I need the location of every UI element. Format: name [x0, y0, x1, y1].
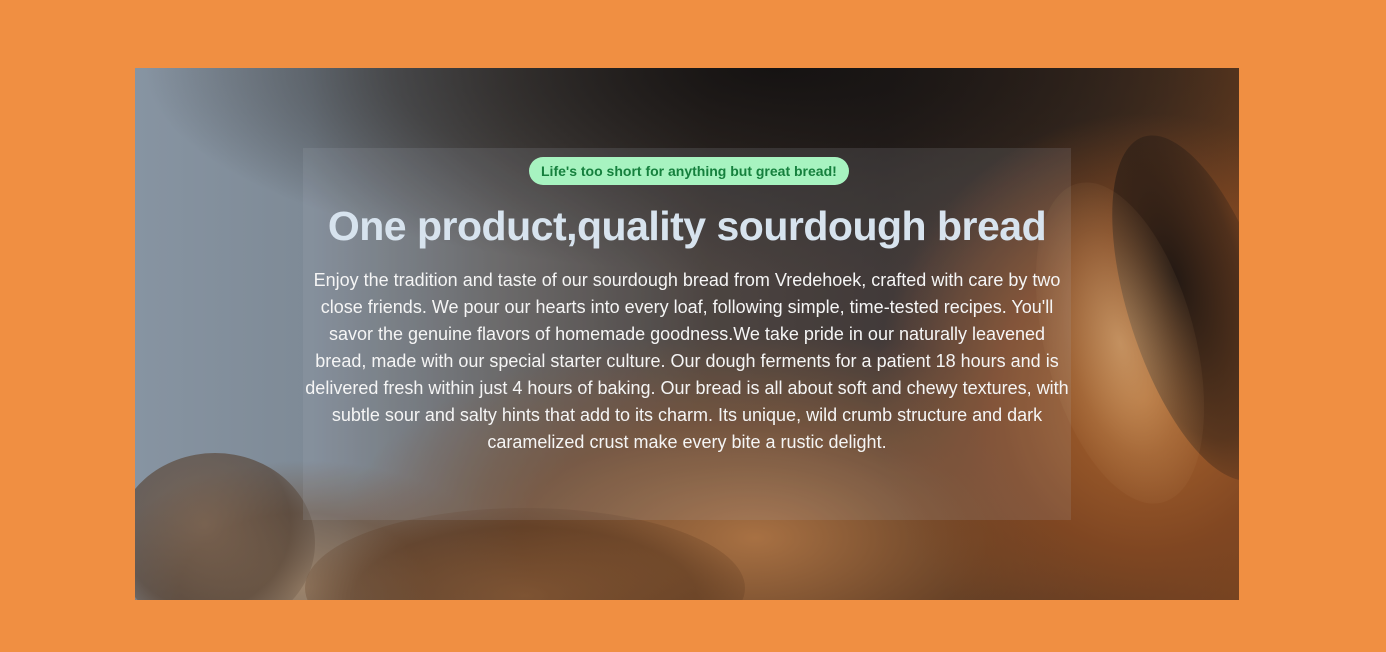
bread-loaf-left — [135, 453, 315, 600]
page-title: One product,quality sourdough bread — [327, 203, 1047, 249]
page: Life's too short for anything but great … — [0, 0, 1386, 652]
tagline-badge: Life's too short for anything but great … — [529, 157, 849, 185]
bread-loaf-bottom — [305, 508, 745, 600]
hero-section: Life's too short for anything but great … — [135, 68, 1239, 600]
hero-description: Enjoy the tradition and taste of our sou… — [305, 270, 1069, 452]
